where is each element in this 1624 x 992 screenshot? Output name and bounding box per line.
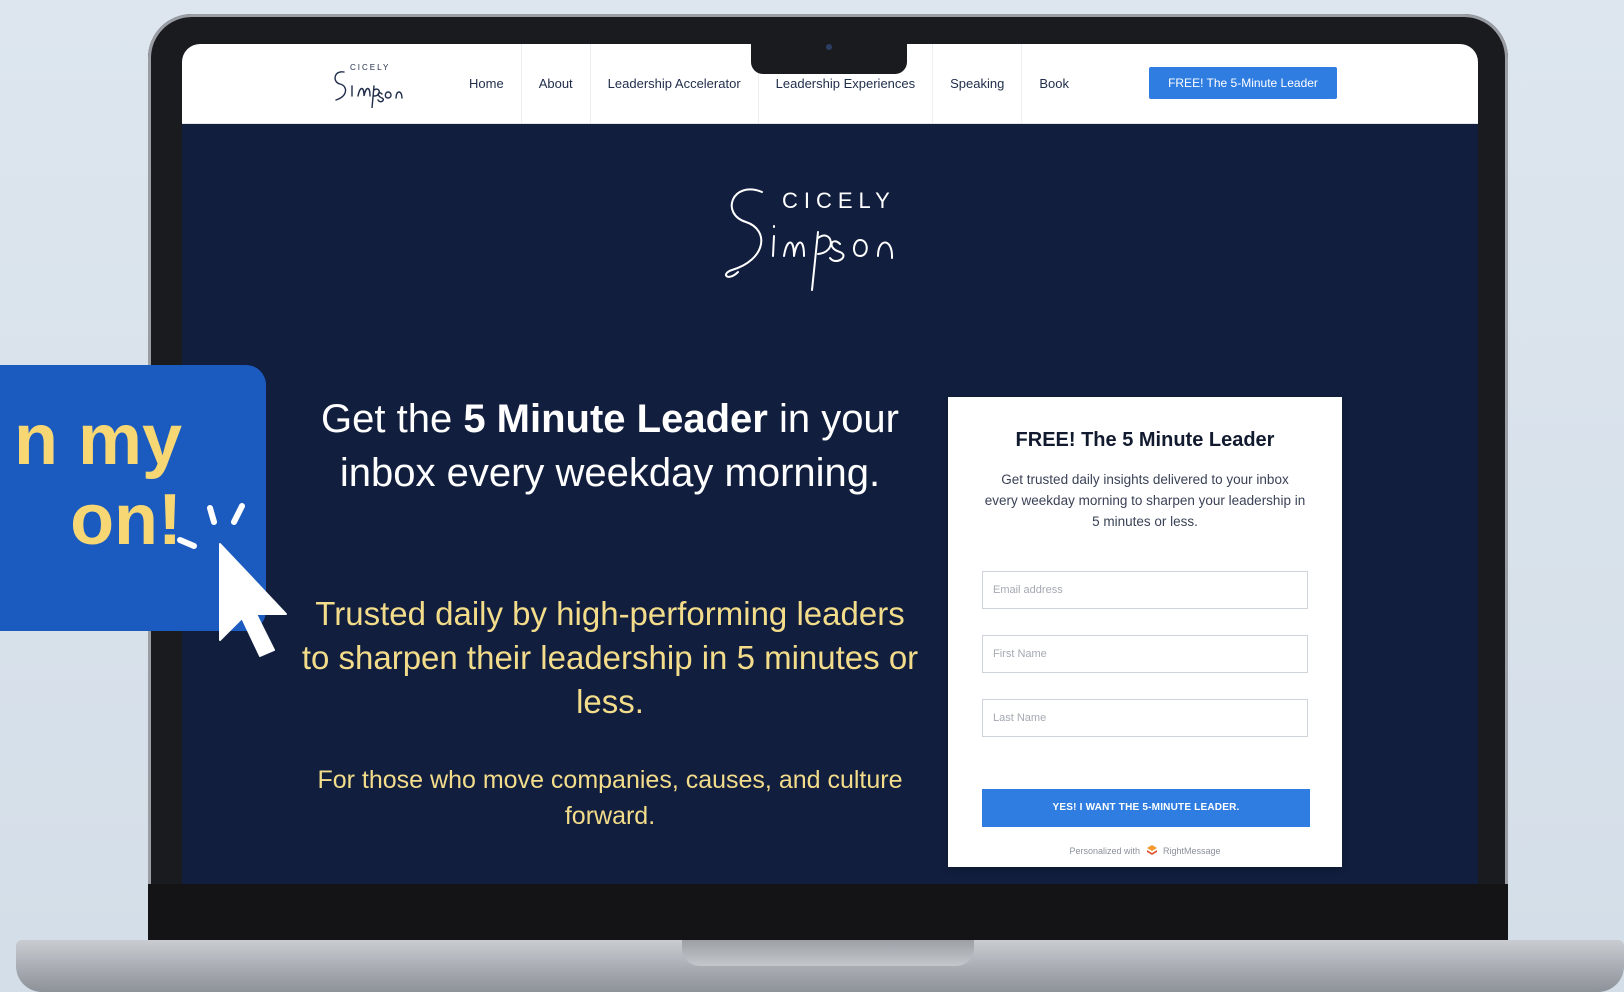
rightmessage-icon [1146, 845, 1157, 855]
powered-by: Personalized with RightMessage [948, 845, 1342, 856]
nav-speaking[interactable]: Speaking [933, 44, 1023, 123]
laptop-screen: CICELY Home About Leadership Accelerator… [182, 44, 1478, 884]
first-name-field[interactable] [982, 635, 1308, 673]
nav-about[interactable]: About [522, 44, 591, 123]
nav-cta-button[interactable]: FREE! The 5-Minute Leader [1149, 67, 1337, 99]
nav-book[interactable]: Book [1022, 44, 1086, 123]
hero-tagline: For those who move companies, causes, an… [317, 766, 903, 830]
form-title: FREE! The 5 Minute Leader [1015, 429, 1275, 451]
hero-headline: Get the 5 Minute Leader in your inbox ev… [310, 392, 910, 500]
submit-button[interactable]: YES! I WANT THE 5-MINUTE LEADER. [982, 789, 1310, 827]
laptop-bezel [148, 884, 1508, 940]
camera-icon [826, 44, 832, 50]
last-name-field[interactable] [982, 699, 1308, 737]
headline-pre: Get the [321, 397, 464, 441]
click-cursor-icon [177, 503, 287, 657]
nav-home[interactable]: Home [452, 44, 522, 123]
hero-logo: CICELY [724, 188, 896, 291]
site-logo[interactable]: CICELY [330, 56, 406, 108]
hero-logo-top: CICELY [782, 188, 896, 213]
headline-bold: 5 Minute Leader [463, 397, 768, 441]
camera-notch [751, 44, 907, 74]
svg-text:CICELY: CICELY [350, 63, 390, 72]
form-description: Get trusted daily insights delivered to … [984, 472, 1306, 529]
signup-form-card: FREE! The 5 Minute Leader Get trusted da… [948, 397, 1342, 867]
powered-brand[interactable]: RightMessage [1163, 846, 1221, 856]
email-field[interactable] [982, 571, 1308, 609]
laptop-base-notch [682, 940, 974, 966]
nav-leadership-accelerator[interactable]: Leadership Accelerator [591, 44, 759, 123]
powered-prefix: Personalized with [1069, 846, 1140, 856]
hero-subhead: Trusted daily by high-performing leaders… [301, 595, 919, 720]
